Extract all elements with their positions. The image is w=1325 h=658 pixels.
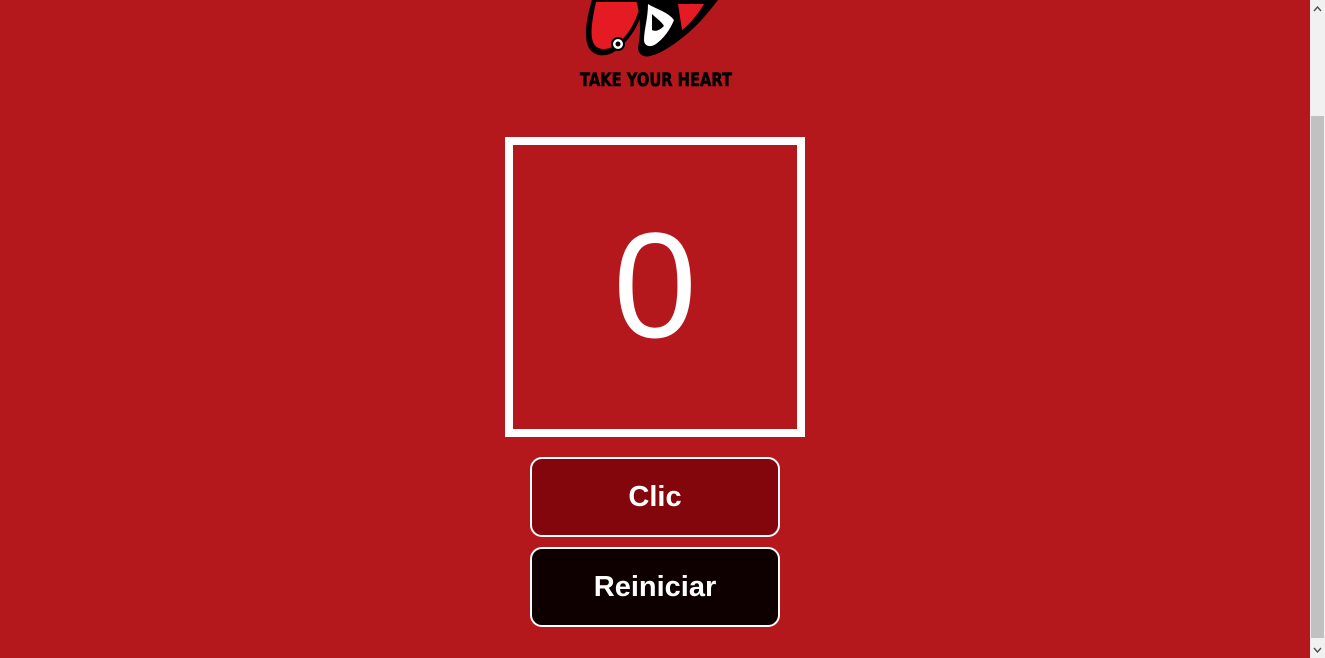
vertical-scrollbar[interactable] — [1310, 0, 1325, 658]
click-button-label: Clic — [628, 480, 682, 513]
scrollbar-thumb[interactable] — [1311, 116, 1324, 638]
reset-button[interactable]: Reiniciar — [530, 547, 780, 627]
logo: TAKE YOUR HEART — [578, 0, 734, 92]
click-button[interactable]: Clic — [530, 457, 780, 537]
phantom-thieves-logo-icon: TAKE YOUR HEART — [580, 0, 732, 91]
counter-display: 0 — [505, 137, 805, 437]
counter-value: 0 — [613, 201, 697, 369]
scroll-down-arrow-icon[interactable] — [1310, 641, 1325, 658]
reset-button-label: Reiniciar — [593, 570, 717, 603]
scroll-up-arrow-icon[interactable] — [1310, 0, 1325, 17]
page-background: TAKE YOUR HEART 0 Clic Reiniciar — [0, 0, 1310, 658]
logo-tagline: TAKE YOUR HEART — [580, 69, 732, 91]
